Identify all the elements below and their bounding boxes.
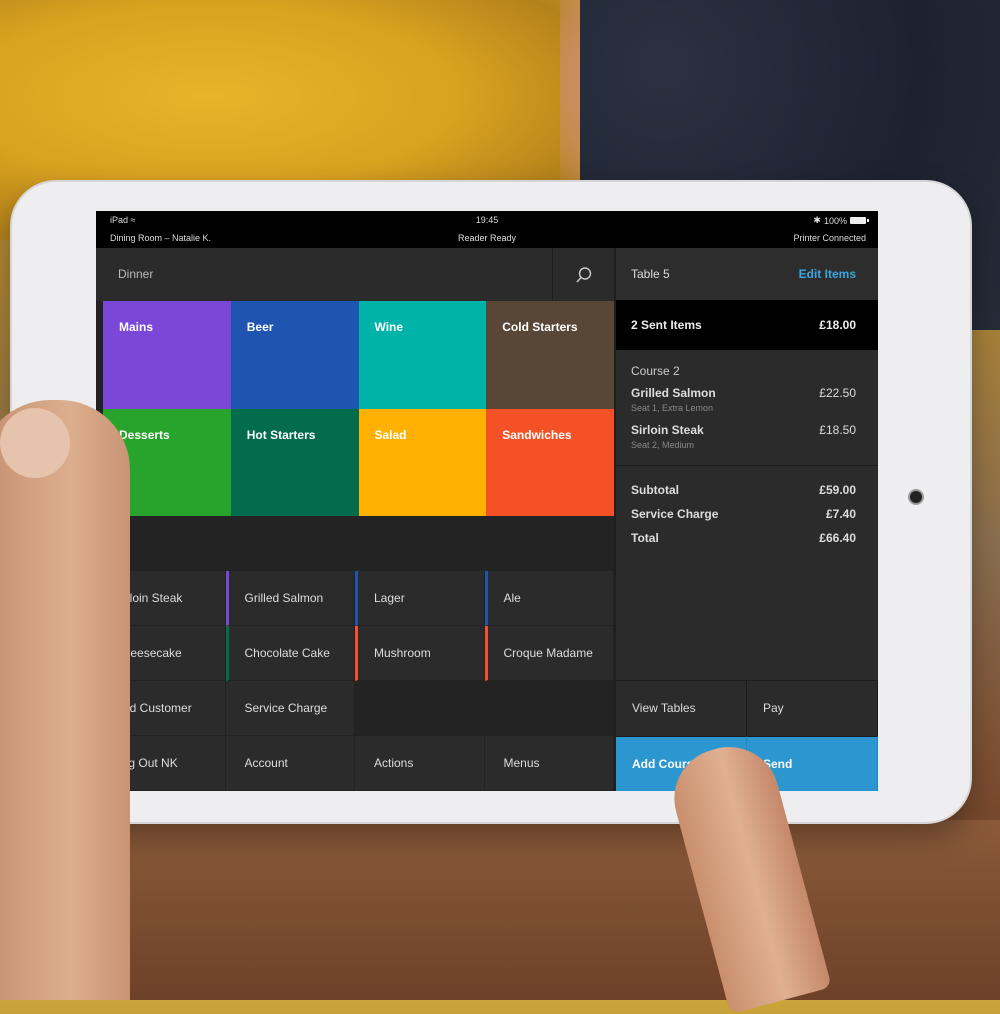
view-tables-button[interactable]: View Tables [616,680,747,736]
menu-item[interactable]: Chocolate Cake [225,626,355,681]
battery-icon [850,217,869,224]
printer-status: Printer Connected [793,233,866,243]
totals: Subtotal £59.00 Service Charge £7.40 Total… [631,483,856,555]
background-table [0,820,1000,1000]
category-tile[interactable]: Cold Starters [486,301,614,409]
table-name: Table 5 [631,267,670,281]
empty-slot [355,681,485,736]
total-label: Total [631,531,659,545]
line-price: £18.50 [819,423,856,437]
action-button[interactable]: Actions [355,736,485,791]
total-value: £66.40 [819,531,856,545]
action-button[interactable]: Account [225,736,355,791]
category-tile[interactable]: Salad [358,408,487,516]
left-thumbnail [0,408,70,478]
menu-item[interactable]: Grilled Salmon [225,571,355,626]
course-label: Course 2 [631,364,680,378]
service-charge-value: £7.40 [825,507,856,521]
menu-title: Dinner [118,267,154,281]
clock: 19:45 [475,215,499,225]
category-tile[interactable]: Mains [103,301,231,409]
sent-items-label: 2 Sent Items [631,318,702,332]
status-bar: iPad ≈ 19:45 ✱ 100% Dining Room – Natalie… [96,211,878,248]
left-hand [0,400,130,1000]
action-button[interactable]: Menus [484,736,614,791]
item-grid: Sirloin Steak Grilled Salmon Lager Ale Chees… [96,571,614,791]
subtotal-value: £59.00 [819,483,856,497]
category-tile[interactable]: Wine [358,301,487,409]
menu-header: Dinner [96,248,614,301]
menu-panel: Dinner Mains Beer Wine Cold Starters Dessert… [96,248,614,791]
pay-button[interactable]: Pay [747,680,878,736]
subtotal-label: Subtotal [631,483,679,497]
edit-items-link[interactable]: Edit Items [799,267,856,281]
pos-screen: iPad ≈ 19:45 ✱ 100% Dining Room – Natalie… [96,211,878,791]
battery-percent: 100% [823,215,847,226]
line-price: £22.50 [819,386,856,400]
bluetooth-icon: ✱ [813,215,821,225]
ticket-line[interactable]: Grilled Salmon £22.50 Seat 1, Extra Lemo… [631,386,856,413]
total-row: Total £66.40 [631,531,856,555]
service-charge-row: Service Charge £7.40 [631,507,856,531]
category-tile[interactable]: Hot Starters [230,408,359,516]
action-button[interactable]: Service Charge [225,681,355,736]
ticket-line[interactable]: Sirloin Steak £18.50 Seat 2, Medium [631,423,856,450]
menu-item[interactable]: Mushroom [355,626,485,681]
sent-items-total: £18.00 [819,318,856,332]
course-section: Course 2 Grilled Salmon £22.50 Seat 1, E… [616,350,878,466]
line-modifier: Seat 2, Medium [631,440,695,450]
search-button[interactable] [552,248,614,301]
sent-items-row[interactable]: 2 Sent Items £18.00 [616,300,878,350]
ticket-header: Table 5 Edit Items [616,248,878,301]
search-icon [575,266,591,282]
subtotal-row: Subtotal £59.00 [631,483,856,507]
menu-item[interactable]: Croque Madame [484,626,614,681]
line-modifier: Seat 1, Extra Lemon [631,403,714,413]
camera-icon [910,491,922,503]
menu-item[interactable]: Ale [484,571,614,626]
category-tile[interactable]: Sandwiches [486,408,614,516]
menu-item[interactable]: Lager [355,571,485,626]
category-grid: Mains Beer Wine Cold Starters Desserts Hot St… [103,301,614,516]
empty-slot [484,681,614,736]
category-tile[interactable]: Beer [230,301,359,409]
ticket-panel: Table 5 Edit Items 2 Sent Items £18.00 C… [616,248,878,791]
reader-status: Reader Ready [457,233,517,243]
service-charge-label: Service Charge [631,507,719,521]
